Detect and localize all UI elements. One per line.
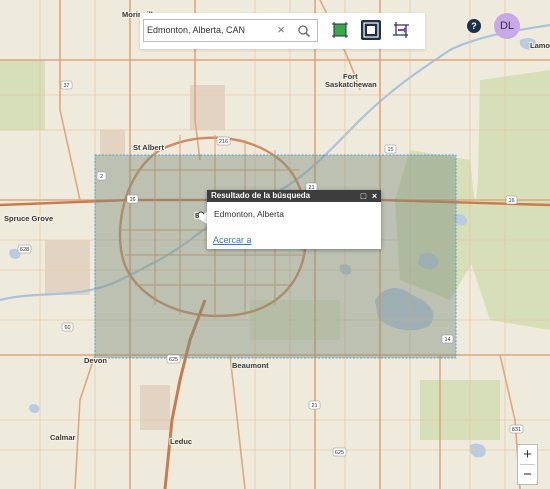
shield-831: 831 xyxy=(509,424,524,434)
svg-text:16: 16 xyxy=(508,198,514,204)
help-button[interactable]: ? xyxy=(467,19,481,33)
shield-16b: 16 xyxy=(505,195,518,205)
svg-text:831: 831 xyxy=(512,427,521,433)
label-lamont: Lamo xyxy=(530,41,550,50)
label-leduc: Leduc xyxy=(170,437,192,446)
zoom-in-button[interactable]: + xyxy=(518,445,537,464)
close-icon[interactable]: × xyxy=(370,190,379,202)
svg-text:625: 625 xyxy=(335,450,344,456)
shield-216: 216 xyxy=(216,136,231,146)
svg-text:16: 16 xyxy=(129,197,135,203)
shield-2: 2 xyxy=(96,171,107,181)
popup-title: Resultado de la búsqueda xyxy=(211,191,311,200)
popup-address: Edmonton, Alberta xyxy=(214,209,284,219)
svg-text:2: 2 xyxy=(100,174,103,180)
shield-14: 14 xyxy=(441,334,454,344)
current-extent-tool[interactable] xyxy=(361,20,381,40)
zoom-to-link[interactable]: Acercar a xyxy=(213,235,252,245)
draw-extent-tool[interactable] xyxy=(391,20,411,40)
zoom-out-button[interactable]: − xyxy=(518,465,537,484)
shield-625b: 625 xyxy=(332,447,347,457)
svg-text:37: 37 xyxy=(63,83,69,89)
shield-16a: 16 xyxy=(126,194,139,204)
shield-37: 37 xyxy=(60,80,73,90)
label-st-albert: St Albert xyxy=(133,143,164,152)
crop-arrow-icon xyxy=(393,22,409,38)
select-extent-tool[interactable] xyxy=(330,20,350,40)
avatar[interactable]: DL xyxy=(494,13,520,39)
shield-21b: 21 xyxy=(308,400,321,410)
label-spruce-grove: Spruce Grove xyxy=(4,214,53,223)
search-button[interactable] xyxy=(291,19,318,42)
label-beaumont: Beaumont xyxy=(232,361,269,370)
svg-text:60: 60 xyxy=(64,325,70,331)
search-extent xyxy=(94,154,457,359)
svg-text:628: 628 xyxy=(20,247,29,253)
shield-60: 60 xyxy=(61,322,74,332)
popup-header: Resultado de la búsqueda □ × xyxy=(207,190,381,202)
search-result-popup: Resultado de la búsqueda □ × Edmonton, A… xyxy=(207,190,381,249)
popup-pointer xyxy=(198,212,207,224)
label-fort-saskatchewan-2: Saskatchewan xyxy=(325,80,377,89)
square-select-icon xyxy=(332,22,348,38)
search-input[interactable]: Edmonton, Alberta, CAN × xyxy=(143,19,293,42)
svg-text:21: 21 xyxy=(311,403,317,409)
shield-15: 15 xyxy=(384,144,397,154)
svg-text:15: 15 xyxy=(387,147,393,153)
shield-628: 628 xyxy=(17,244,32,254)
maximize-icon[interactable]: □ xyxy=(359,190,368,202)
label-devon: Devon xyxy=(84,356,107,365)
svg-text:14: 14 xyxy=(444,337,450,343)
svg-text:216: 216 xyxy=(219,139,228,145)
map-extent-icon xyxy=(363,22,379,38)
svg-text:625: 625 xyxy=(169,357,178,363)
label-calmar: Calmar xyxy=(50,433,76,442)
clear-icon[interactable]: × xyxy=(274,23,288,37)
shield-625a: 625 xyxy=(166,354,181,364)
search-icon xyxy=(298,25,311,38)
zoom-control: + − xyxy=(517,444,538,485)
search-input-value: Edmonton, Alberta, CAN xyxy=(147,25,246,35)
